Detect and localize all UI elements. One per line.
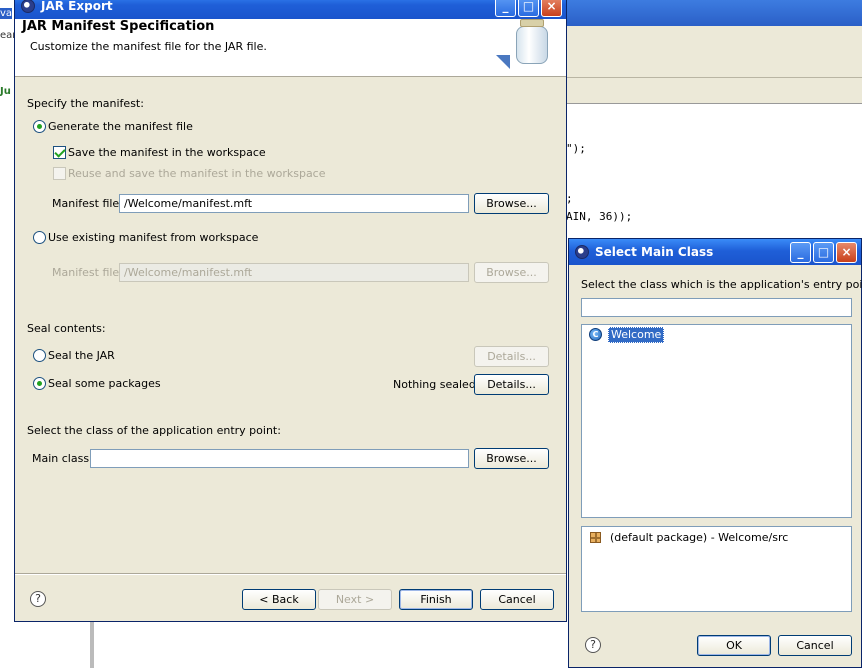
close-button[interactable]: × <box>836 242 857 263</box>
ide-tab-strip <box>560 78 862 104</box>
browse-existing-manifest-button[interactable]: Browse... <box>474 262 549 283</box>
ide-fragment: Ju <box>0 86 11 97</box>
class-filter-input[interactable] <box>581 298 852 317</box>
minimize-button[interactable]: _ <box>790 242 811 263</box>
class-list[interactable]: C Welcome <box>581 324 852 518</box>
manifest-file-label: Manifest file: <box>52 197 123 210</box>
seal-jar-label[interactable]: Seal the JAR <box>48 349 115 362</box>
cancel-button[interactable]: Cancel <box>778 635 852 656</box>
seal-packages-radio[interactable] <box>33 377 46 390</box>
ide-fragment: va <box>0 8 13 19</box>
help-icon[interactable]: ? <box>585 637 601 653</box>
cancel-button[interactable]: Cancel <box>480 589 554 610</box>
help-icon[interactable]: ? <box>30 591 46 607</box>
code-line: AIN, 36)); <box>566 210 633 223</box>
use-existing-manifest-label[interactable]: Use existing manifest from workspace <box>48 231 258 244</box>
select-main-class-dialog: Select Main Class _ □ × Select the class… <box>568 238 862 668</box>
select-main-class-title-bar[interactable]: Select Main Class _ □ × <box>569 239 861 265</box>
manifest-file-input[interactable]: /Welcome/manifest.mft <box>119 194 469 213</box>
entry-point-label: Select the class of the application entr… <box>27 424 281 437</box>
maximize-button[interactable]: □ <box>518 0 539 17</box>
reuse-manifest-checkbox[interactable] <box>53 167 66 180</box>
ide-bottom-panel <box>16 622 570 668</box>
seal-jar-radio[interactable] <box>33 349 46 362</box>
browse-main-class-button[interactable]: Browse... <box>474 448 549 469</box>
main-class-label: Main class: <box>32 452 93 465</box>
package-icon <box>590 532 601 543</box>
browse-manifest-button[interactable]: Browse... <box>474 193 549 214</box>
footer-separator <box>15 573 566 575</box>
seal-jar-details-button[interactable]: Details... <box>474 346 549 367</box>
jar-export-title-bar[interactable]: JAR Export _ □ × <box>15 0 566 19</box>
page-description: Customize the manifest file for the JAR … <box>30 40 267 53</box>
next-button[interactable]: Next > <box>318 589 392 610</box>
back-button[interactable]: < Back <box>242 589 316 610</box>
minimize-button[interactable]: _ <box>495 0 516 17</box>
window-title: Select Main Class <box>595 245 714 259</box>
code-line: "); <box>566 142 586 155</box>
finish-button[interactable]: Finish <box>399 589 473 610</box>
jar-icon <box>516 19 548 65</box>
close-button[interactable]: × <box>541 0 562 17</box>
specify-manifest-label: Specify the manifest: <box>27 97 144 110</box>
existing-manifest-file-label: Manifest file: <box>52 266 123 279</box>
maximize-button[interactable]: □ <box>813 242 834 263</box>
seal-packages-label[interactable]: Seal some packages <box>48 377 161 390</box>
main-class-input[interactable] <box>90 449 469 468</box>
save-manifest-checkbox[interactable] <box>53 146 66 159</box>
seal-contents-label: Seal contents: <box>27 322 106 335</box>
ok-button[interactable]: OK <box>697 635 771 656</box>
existing-manifest-file-input[interactable]: /Welcome/manifest.mft <box>119 263 469 282</box>
eclipse-icon <box>575 245 589 259</box>
save-manifest-label[interactable]: Save the manifest in the workspace <box>68 146 266 159</box>
select-class-prompt: Select the class which is the applicatio… <box>581 278 862 291</box>
wizard-banner-decoration <box>496 55 510 69</box>
package-list[interactable]: (default package) - Welcome/src <box>581 526 852 612</box>
package-list-item[interactable]: (default package) - Welcome/src <box>610 531 788 544</box>
eclipse-icon <box>21 0 35 13</box>
divider <box>90 622 94 668</box>
class-icon: C <box>589 328 602 341</box>
seal-packages-details-button[interactable]: Details... <box>474 374 549 395</box>
sealed-status-text: Nothing sealed <box>393 378 476 391</box>
page-title: JAR Manifest Specification <box>22 19 215 34</box>
generate-manifest-label[interactable]: Generate the manifest file <box>48 120 193 133</box>
ide-toolbar <box>560 26 862 78</box>
jar-export-dialog: JAR Export _ □ × JAR Manifest Specificat… <box>14 0 567 622</box>
window-title: JAR Export <box>41 0 113 13</box>
reuse-manifest-label: Reuse and save the manifest in the works… <box>68 167 326 180</box>
class-list-item[interactable]: Welcome <box>608 327 665 343</box>
generate-manifest-radio[interactable] <box>33 120 46 133</box>
wizard-header: JAR Manifest Specification Customize the… <box>15 19 566 77</box>
use-existing-manifest-radio[interactable] <box>33 231 46 244</box>
